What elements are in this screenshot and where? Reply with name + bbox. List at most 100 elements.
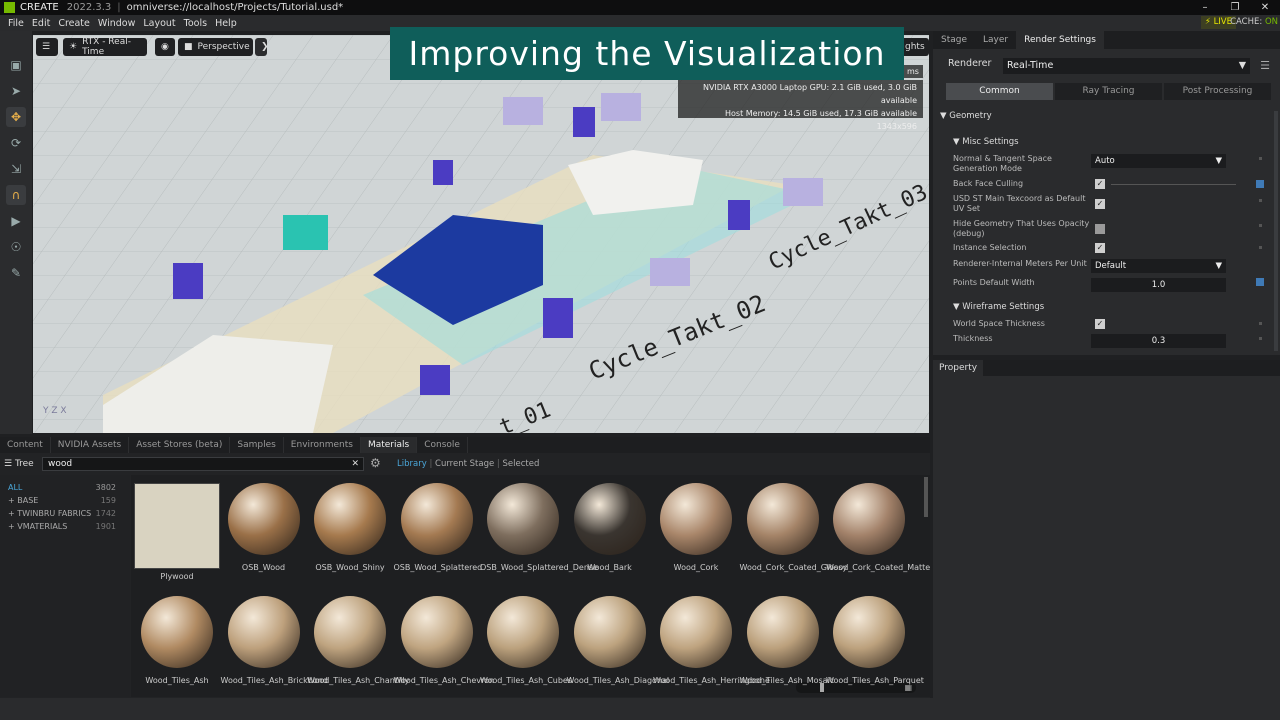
camera-button[interactable]: ■ Perspective <box>178 38 253 56</box>
scrollbar[interactable] <box>1274 111 1278 351</box>
restore-icon[interactable]: ❐ <box>1220 0 1250 15</box>
subtab-post-processing[interactable]: Post Processing <box>1164 83 1271 100</box>
minimize-icon[interactable]: – <box>1190 0 1220 15</box>
normal-tangent-dropdown[interactable]: Auto ▼ <box>1091 154 1226 168</box>
renderer-dropdown[interactable]: Real-Time ▼ <box>1003 58 1250 74</box>
reset-dot[interactable] <box>1259 337 1262 340</box>
material-item[interactable]: Wood_Tiles_Ash_Herringbone <box>653 596 770 686</box>
snap-icon[interactable]: ∩ <box>6 185 26 205</box>
scrollbar[interactable] <box>924 477 928 517</box>
tab-console[interactable]: Console <box>417 437 468 453</box>
render-mode-button[interactable]: ☀ RTX - Real-Time <box>63 37 147 57</box>
material-item[interactable]: Wood_Tiles_Ash_Brickbond <box>221 596 328 686</box>
reset-dot[interactable] <box>1256 278 1264 286</box>
tab-materials[interactable]: Materials <box>360 437 418 453</box>
menu-tools[interactable]: Tools <box>184 18 207 29</box>
material-item[interactable]: OSB_Wood_Splattered_Dense <box>480 483 598 573</box>
select-mode-icon[interactable]: ▣ <box>6 55 26 75</box>
points-width-field[interactable]: 1.0 <box>1091 278 1226 292</box>
material-item[interactable]: OSB_Wood_Shiny <box>307 483 393 573</box>
rotate-icon[interactable]: ⟳ <box>6 133 26 153</box>
material-sphere <box>487 483 559 555</box>
material-item[interactable]: Wood_Tiles_Ash_Parquet <box>826 596 924 686</box>
tree-item-count: 1742 <box>95 509 116 518</box>
tab-property[interactable]: Property <box>933 360 984 376</box>
thickness-field[interactable]: 0.3 <box>1091 334 1226 348</box>
material-item[interactable]: Plywood <box>134 483 220 582</box>
tab-asset-stores[interactable]: Asset Stores (beta) <box>129 437 231 453</box>
tree-toggle-button[interactable]: ☰ Tree <box>4 457 34 471</box>
move-icon[interactable]: ✥ <box>6 107 26 127</box>
play-icon[interactable]: ▶ <box>6 211 26 231</box>
viewport-settings-button[interactable]: ☰ <box>36 38 58 56</box>
tab-content[interactable]: Content <box>0 437 51 453</box>
viewport-expand-icon[interactable]: ❯ <box>255 38 269 56</box>
material-item[interactable]: Wood_Tiles_Ash <box>134 596 220 686</box>
tab-environments[interactable]: Environments <box>284 437 361 453</box>
physics-icon[interactable]: ☉ <box>6 237 26 257</box>
tab-samples[interactable]: Samples <box>230 437 284 453</box>
menu-create[interactable]: Create <box>58 18 90 29</box>
tree-item-base[interactable]: + BASE 159 <box>8 496 116 505</box>
scale-icon[interactable]: ⇲ <box>6 159 26 179</box>
menu-help[interactable]: Help <box>215 18 237 29</box>
filter-selected[interactable]: Selected <box>503 459 540 469</box>
material-item[interactable]: Wood_Cork_Coated_Matte <box>826 483 930 573</box>
material-item[interactable]: Wood_Cork_Coated_Glossy <box>740 483 847 573</box>
close-icon[interactable]: ✕ <box>1250 0 1280 15</box>
gear-icon[interactable]: ⚙ <box>370 456 381 470</box>
reset-dot[interactable] <box>1259 224 1262 227</box>
dropdown-value: Auto <box>1095 156 1115 166</box>
reset-dot[interactable] <box>1259 246 1262 249</box>
reset-dot[interactable] <box>1259 322 1262 325</box>
hide-geometry-checkbox[interactable] <box>1095 224 1105 234</box>
paint-icon[interactable]: ✎ <box>6 263 26 283</box>
usd-st-checkbox[interactable]: ✓ <box>1095 199 1105 209</box>
search-input[interactable]: wood ✕ <box>42 457 364 471</box>
section-misc[interactable]: ▼ Misc Settings <box>953 137 1019 147</box>
tree-item-all[interactable]: ALL 3802 <box>8 483 116 492</box>
subtab-ray-tracing[interactable]: Ray Tracing <box>1055 83 1162 100</box>
reset-dot[interactable] <box>1259 157 1262 160</box>
instance-selection-checkbox[interactable]: ✓ <box>1095 243 1105 253</box>
back-face-checkbox[interactable]: ✓ <box>1095 179 1105 189</box>
menu-layout[interactable]: Layout <box>143 18 175 29</box>
world-thickness-checkbox[interactable]: ✓ <box>1095 319 1105 329</box>
material-sphere <box>227 483 300 555</box>
material-sphere <box>400 483 473 555</box>
tree-item-vmaterials[interactable]: + VMATERIALS 1901 <box>8 522 116 531</box>
subtab-common[interactable]: Common <box>946 83 1053 100</box>
tab-render-settings[interactable]: Render Settings <box>1016 31 1104 49</box>
material-item[interactable]: Wood_Tiles_Ash_Chevron <box>394 596 494 686</box>
filter-current-stage[interactable]: Current Stage <box>435 459 494 469</box>
meters-per-unit-dropdown[interactable]: Default ▼ <box>1091 259 1226 273</box>
clear-search-icon[interactable]: ✕ <box>351 458 359 470</box>
menu-edit[interactable]: Edit <box>32 18 50 29</box>
material-item[interactable]: Wood_Bark <box>567 483 653 573</box>
menu-icon[interactable]: ☰ <box>1260 59 1270 72</box>
material-sphere <box>314 596 386 668</box>
material-item[interactable]: OSB_Wood_Splattered <box>394 483 482 573</box>
tab-stage[interactable]: Stage <box>933 31 975 49</box>
eye-icon: ◉ <box>161 42 169 52</box>
hud-resolution: 1343x596 <box>876 122 917 131</box>
material-item[interactable]: Wood_Tiles_Ash_Mosaic <box>740 596 834 686</box>
material-item[interactable]: Wood_Tiles_Ash_Cubes <box>480 596 572 686</box>
material-item[interactable]: Wood_Cork <box>653 483 739 573</box>
filter-library[interactable]: Library <box>397 459 427 469</box>
section-wireframe[interactable]: ▼ Wireframe Settings <box>953 302 1044 312</box>
tab-nvidia-assets[interactable]: NVIDIA Assets <box>51 437 130 453</box>
reset-dot[interactable] <box>1259 199 1262 202</box>
material-item[interactable]: Wood_Tiles_Ash_Diagonal <box>567 596 669 686</box>
select-arrow-icon[interactable]: ➤ <box>6 81 26 101</box>
material-item[interactable]: Wood_Tiles_Ash_Chantilly <box>307 596 409 686</box>
menu-file[interactable]: File <box>8 18 24 29</box>
tree-item-twinbru[interactable]: + TWINBRU FABRICS 1742 <box>8 509 116 518</box>
tab-layer[interactable]: Layer <box>975 31 1016 49</box>
eye-button[interactable]: ◉ <box>155 38 175 56</box>
menu-window[interactable]: Window <box>98 18 135 29</box>
material-item[interactable]: OSB_Wood <box>221 483 307 573</box>
section-geometry[interactable]: ▼ Geometry <box>940 111 992 121</box>
tree-icon: ☰ <box>4 459 13 469</box>
reset-dot[interactable] <box>1256 180 1264 188</box>
